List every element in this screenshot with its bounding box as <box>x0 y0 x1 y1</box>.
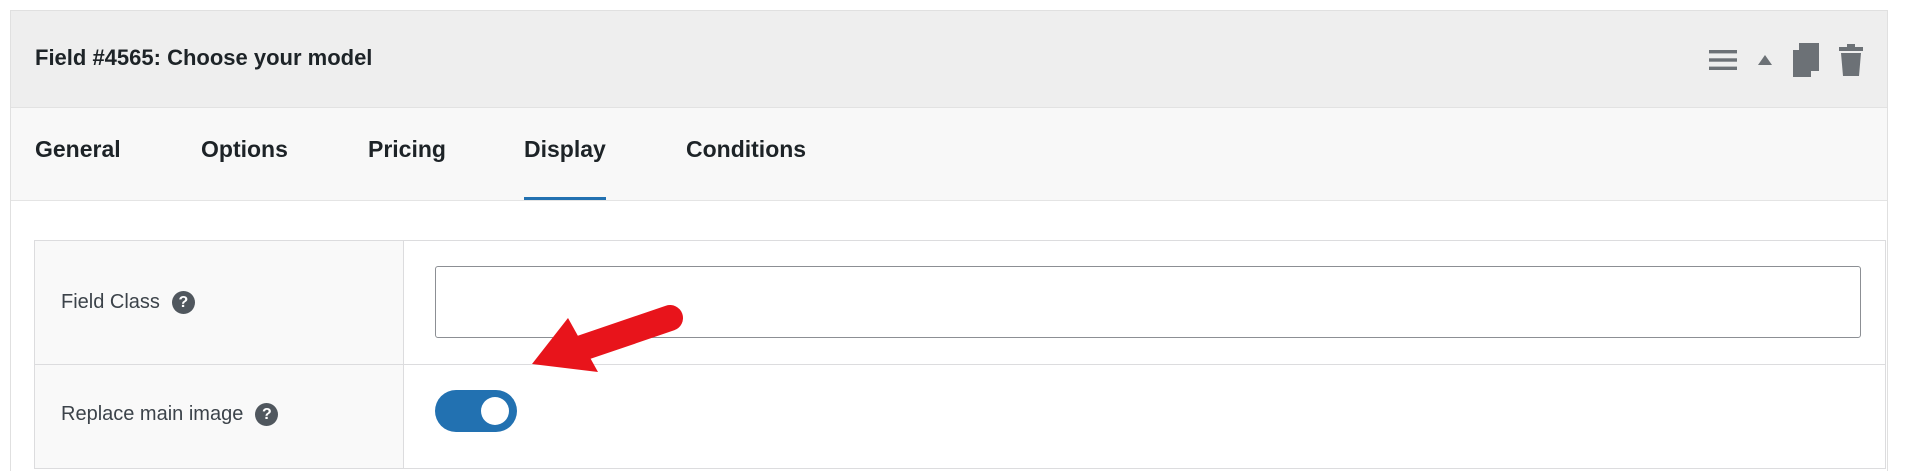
tab-options[interactable]: Options <box>201 108 288 200</box>
header-actions <box>1709 43 1863 77</box>
tab-bar: General Options Pricing Display Conditio… <box>11 108 1887 201</box>
duplicate-icon[interactable] <box>1793 43 1819 77</box>
replace-main-image-label-wrap: Replace main image ? <box>61 403 279 426</box>
label-cell: Field Class ? <box>35 241 404 364</box>
replace-main-image-row: Replace main image ? <box>35 365 1885 468</box>
replace-main-image-label: Replace main image <box>61 403 244 425</box>
menu-icon[interactable] <box>1709 49 1737 71</box>
toggle-knob <box>481 397 509 425</box>
tab-display[interactable]: Display <box>524 108 606 200</box>
settings-table: Field Class ? Replace main image ? <box>34 240 1886 469</box>
field-panel: Field #4565: Choose your model General O… <box>10 10 1888 471</box>
field-class-label: Field Class <box>61 291 160 313</box>
tab-general[interactable]: General <box>35 108 121 200</box>
tab-conditions[interactable]: Conditions <box>686 108 806 200</box>
trash-icon[interactable] <box>1839 44 1863 76</box>
help-icon[interactable]: ? <box>171 291 195 314</box>
field-class-input[interactable] <box>435 266 1861 338</box>
panel-header: Field #4565: Choose your model <box>11 11 1887 108</box>
field-class-row: Field Class ? <box>35 241 1885 365</box>
collapse-icon[interactable] <box>1757 54 1773 66</box>
panel-title: Field #4565: Choose your model <box>35 45 373 70</box>
tab-pricing[interactable]: Pricing <box>368 108 446 200</box>
label-cell: Replace main image ? <box>35 365 404 468</box>
replace-main-image-toggle[interactable] <box>435 390 517 432</box>
help-icon[interactable]: ? <box>255 403 279 426</box>
field-class-label-wrap: Field Class ? <box>61 291 195 314</box>
